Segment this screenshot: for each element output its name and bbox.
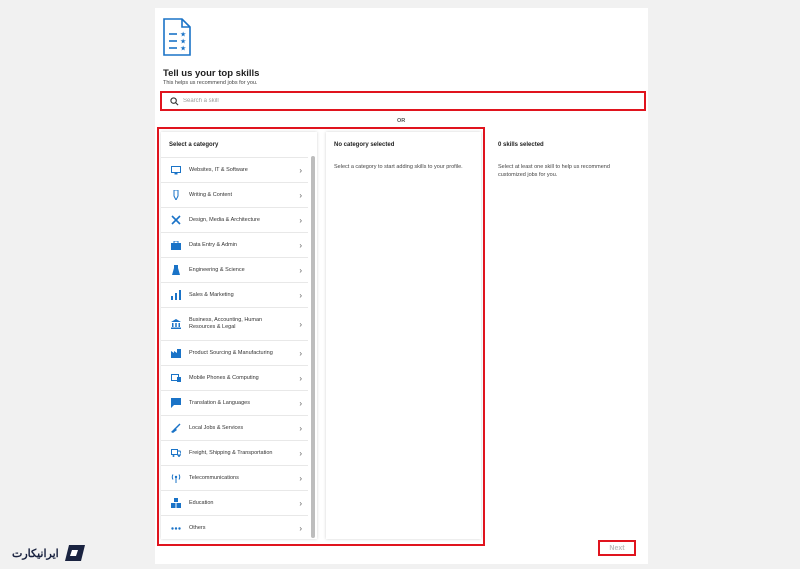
chevron-right-icon: ›	[299, 348, 302, 358]
category-label: Telecommunications	[189, 474, 239, 481]
chevron-right-icon: ›	[299, 523, 302, 533]
page-subtitle: This helps us recommend jobs for you.	[163, 80, 258, 86]
or-divider: OR	[397, 118, 406, 124]
search-input[interactable]	[183, 98, 603, 104]
card-logo-icon	[64, 545, 85, 561]
search-icon	[170, 96, 179, 105]
category-label: Product Sourcing & Manufacturing	[189, 349, 273, 356]
antenna-icon	[171, 473, 181, 483]
broom-icon	[171, 423, 181, 433]
selected-category-panel: No category selected Select a category t…	[326, 132, 481, 539]
design-tools-icon	[171, 215, 181, 225]
bank-icon	[171, 319, 181, 329]
category-item-others[interactable]: Others ›	[161, 515, 308, 540]
category-label: Websites, IT & Software	[189, 166, 248, 173]
chevron-right-icon: ›	[299, 265, 302, 275]
no-category-text: Select a category to start adding skills…	[334, 164, 463, 170]
page-title: Tell us your top skills	[163, 68, 260, 79]
chevron-right-icon: ›	[299, 498, 302, 508]
chevron-right-icon: ›	[299, 215, 302, 225]
skills-help-text: Select at least one skill to help us rec…	[498, 164, 610, 178]
category-label: Freight, Shipping & Transportation	[189, 449, 273, 456]
skills-count-heading: 0 skills selected	[498, 142, 544, 148]
category-label: Design, Media & Architecture	[189, 216, 260, 223]
next-button[interactable]: Next	[598, 540, 636, 556]
category-item-education[interactable]: Education ›	[161, 490, 308, 515]
pen-icon	[171, 190, 181, 200]
chevron-right-icon: ›	[299, 373, 302, 383]
factory-icon	[171, 348, 181, 358]
watermark-logo: ایرانیکارت	[12, 543, 87, 563]
category-item-translation[interactable]: Translation & Languages ›	[161, 390, 308, 415]
chevron-right-icon: ›	[299, 398, 302, 408]
category-label: Data Entry & Admin	[189, 241, 237, 248]
category-label: Local Jobs & Services	[189, 424, 244, 431]
truck-icon	[171, 448, 181, 458]
category-item-business[interactable]: Business, Accounting, Human Resources & …	[161, 307, 308, 340]
chevron-right-icon: ›	[299, 240, 302, 250]
category-item-writing[interactable]: Writing & Content ›	[161, 182, 308, 207]
monitor-icon	[171, 165, 181, 175]
search-box[interactable]	[160, 91, 646, 111]
no-category-heading: No category selected	[334, 142, 395, 148]
watermark-text: ایرانیکارت	[12, 547, 59, 560]
category-item-websites[interactable]: Websites, IT & Software ›	[161, 157, 308, 182]
category-item-freight[interactable]: Freight, Shipping & Transportation ›	[161, 440, 308, 465]
category-item-product-sourcing[interactable]: Product Sourcing & Manufacturing ›	[161, 340, 308, 365]
category-label: Translation & Languages	[189, 399, 250, 406]
selected-skills-panel: 0 skills selected Select at least one sk…	[490, 132, 645, 539]
chevron-right-icon: ›	[299, 290, 302, 300]
blocks-icon	[171, 498, 181, 508]
category-scrollbar[interactable]	[311, 156, 315, 538]
category-item-sales[interactable]: Sales & Marketing ›	[161, 282, 308, 307]
category-label: Sales & Marketing	[189, 291, 234, 298]
flask-icon	[171, 265, 181, 275]
chevron-right-icon: ›	[299, 423, 302, 433]
chart-icon	[171, 290, 181, 300]
category-item-data-entry[interactable]: Data Entry & Admin ›	[161, 232, 308, 257]
dots-icon	[171, 523, 181, 533]
briefcase-icon	[171, 240, 181, 250]
category-label: Business, Accounting, Human Resources & …	[189, 317, 263, 330]
category-heading: Select a category	[169, 142, 219, 148]
chat-bubble-icon	[171, 398, 181, 408]
devices-icon	[171, 373, 181, 383]
chevron-right-icon: ›	[299, 473, 302, 483]
category-label: Education	[189, 499, 214, 506]
svg-text:★: ★	[180, 45, 186, 53]
category-item-telecom[interactable]: Telecommunications ›	[161, 465, 308, 490]
chevron-right-icon: ›	[299, 319, 302, 329]
chevron-right-icon: ›	[299, 165, 302, 175]
category-item-engineering[interactable]: Engineering & Science ›	[161, 257, 308, 282]
category-list: Websites, IT & Software › Writing & Cont…	[161, 157, 308, 540]
category-label: Others	[189, 524, 206, 531]
category-item-design[interactable]: Design, Media & Architecture ›	[161, 207, 308, 232]
document-list-icon: ★ ★ ★	[163, 18, 191, 56]
category-item-mobile[interactable]: Mobile Phones & Computing ›	[161, 365, 308, 390]
category-label: Mobile Phones & Computing	[189, 374, 259, 381]
category-item-local-jobs[interactable]: Local Jobs & Services ›	[161, 415, 308, 440]
category-label: Writing & Content	[189, 191, 233, 198]
chevron-right-icon: ›	[299, 190, 302, 200]
category-label: Engineering & Science	[189, 266, 245, 273]
chevron-right-icon: ›	[299, 448, 302, 458]
